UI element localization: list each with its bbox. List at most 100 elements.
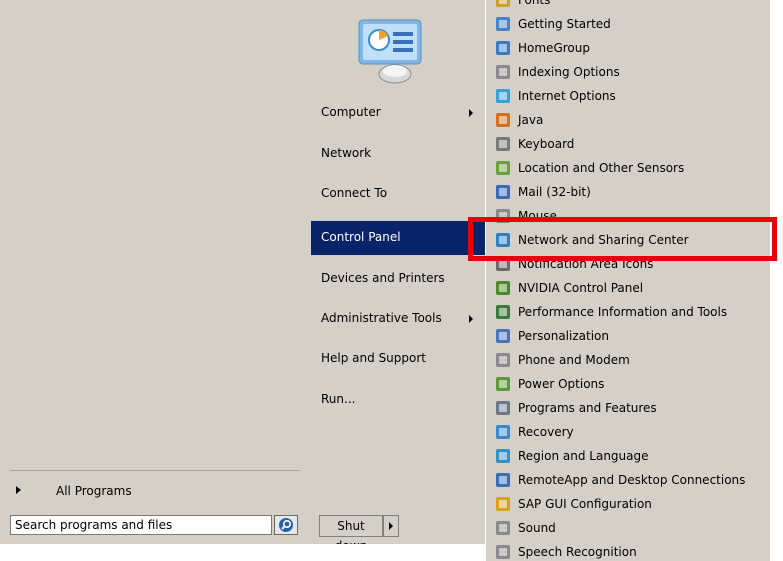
place-control-panel[interactable]: Control Panel xyxy=(311,221,485,255)
control-panel-item-label: NVIDIA Control Panel xyxy=(518,281,644,295)
control-panel-item[interactable]: Mail (32-bit) xyxy=(486,180,771,204)
fonts-icon xyxy=(496,0,510,7)
control-panel-item-label: RemoteApp and Desktop Connections xyxy=(518,473,746,487)
control-panel-item[interactable]: Personalization xyxy=(486,324,771,348)
all-programs-arrow-icon xyxy=(16,486,21,494)
programs-separator xyxy=(10,470,300,471)
control-panel-item[interactable]: Region and Language xyxy=(486,444,771,468)
location-sensors-icon xyxy=(496,161,510,175)
phone-modem-icon xyxy=(496,353,510,367)
control-panel-item[interactable]: Phone and Modem xyxy=(486,348,771,372)
programs-pane: All Programs xyxy=(0,0,311,561)
java-icon xyxy=(496,113,510,127)
places-pane: Computer Network Connect To Control Pane… xyxy=(311,0,485,561)
control-panel-item-label: Internet Options xyxy=(518,89,616,103)
right-bottom-strip xyxy=(311,544,485,561)
recovery-icon xyxy=(496,425,510,439)
control-panel-submenu: Fonts Getting Started HomeGroup Indexing Op… xyxy=(485,0,771,561)
sound-icon xyxy=(496,521,510,535)
control-panel-item-label: Sound xyxy=(518,521,556,535)
search-row xyxy=(0,508,311,544)
control-panel-item[interactable]: Power Options xyxy=(486,372,771,396)
network-sharing-icon xyxy=(496,233,510,247)
submenu-arrow-icon xyxy=(469,315,473,323)
control-panel-item[interactable]: Keyboard xyxy=(486,132,771,156)
submenu-arrow-icon xyxy=(469,109,473,117)
control-panel-item-label: Speech Recognition xyxy=(518,545,637,559)
sap-gui-icon xyxy=(496,497,510,511)
control-panel-item[interactable]: Fonts xyxy=(486,0,771,12)
pinned-programs-area xyxy=(0,0,311,474)
control-panel-item[interactable]: RemoteApp and Desktop Connections xyxy=(486,468,771,492)
mail-icon xyxy=(496,185,510,199)
control-panel-item-label: Personalization xyxy=(518,329,609,343)
desktop-strip xyxy=(770,0,783,561)
place-connect-to[interactable]: Connect To xyxy=(311,177,485,211)
place-network[interactable]: Network xyxy=(311,137,485,171)
control-panel-item[interactable]: SAP GUI Configuration xyxy=(486,492,771,516)
control-panel-item[interactable]: Programs and Features xyxy=(486,396,771,420)
place-label: Network xyxy=(321,146,372,160)
control-panel-item[interactable]: Mouse xyxy=(486,204,771,228)
control-panel-item[interactable]: NVIDIA Control Panel xyxy=(486,276,771,300)
user-picture-icon xyxy=(358,19,422,84)
all-programs-label: All Programs xyxy=(56,484,132,498)
place-label: Devices and Printers xyxy=(321,271,445,285)
place-devices-printers[interactable]: Devices and Printers xyxy=(311,262,485,296)
getting-started-icon xyxy=(496,17,510,31)
shutdown-button[interactable]: Shut down xyxy=(319,515,383,553)
control-panel-item[interactable]: HomeGroup xyxy=(486,36,771,60)
notification-area-icon xyxy=(496,257,510,271)
place-label: Computer xyxy=(321,105,381,119)
control-panel-item-label: Programs and Features xyxy=(518,401,657,415)
region-language-icon xyxy=(496,449,510,463)
all-programs-button[interactable]: All Programs xyxy=(0,474,311,508)
control-panel-item[interactable]: Speech Recognition xyxy=(486,540,771,561)
keyboard-icon xyxy=(496,137,510,151)
control-panel-item-label: Keyboard xyxy=(518,137,575,151)
control-panel-item-label: Java xyxy=(518,113,544,127)
search-input[interactable] xyxy=(10,515,272,535)
indexing-options-icon xyxy=(496,65,510,79)
homegroup-icon xyxy=(496,41,510,55)
control-panel-item[interactable]: Indexing Options xyxy=(486,60,771,84)
place-label: Administrative Tools xyxy=(321,311,442,325)
control-panel-item[interactable]: Network and Sharing Center xyxy=(486,228,771,252)
control-panel-item-label: Network and Sharing Center xyxy=(518,233,689,247)
nvidia-icon xyxy=(496,281,510,295)
control-panel-item[interactable]: Location and Other Sensors xyxy=(486,156,771,180)
place-run[interactable]: Run... xyxy=(311,383,485,417)
control-panel-item-label: Notification Area Icons xyxy=(518,257,654,271)
place-help-support[interactable]: Help and Support xyxy=(311,342,485,376)
control-panel-item-label: Fonts xyxy=(518,0,551,7)
control-panel-item[interactable]: Getting Started xyxy=(486,12,771,36)
remoteapp-icon xyxy=(496,473,510,487)
control-panel-item-label: Mail (32-bit) xyxy=(518,185,591,199)
search-button[interactable] xyxy=(274,515,298,535)
shutdown-options-button[interactable] xyxy=(383,515,399,537)
control-panel-item-label: Recovery xyxy=(518,425,574,439)
left-bottom-strip xyxy=(0,544,311,561)
control-panel-item-label: Mouse xyxy=(518,209,557,223)
control-panel-item-label: Power Options xyxy=(518,377,605,391)
place-label: Help and Support xyxy=(321,351,426,365)
control-panel-item-label: Getting Started xyxy=(518,17,611,31)
control-panel-item[interactable]: Java xyxy=(486,108,771,132)
control-panel-item[interactable]: Recovery xyxy=(486,420,771,444)
control-panel-item[interactable]: Notification Area Icons xyxy=(486,252,771,276)
control-panel-item-label: Region and Language xyxy=(518,449,649,463)
control-panel-item-label: Indexing Options xyxy=(518,65,620,79)
shutdown-area: Shut down xyxy=(311,508,485,553)
programs-features-icon xyxy=(496,401,510,415)
place-label: Control Panel xyxy=(321,230,401,244)
control-panel-item[interactable]: Sound xyxy=(486,516,771,540)
speech-recognition-icon xyxy=(496,545,510,559)
control-panel-item[interactable]: Performance Information and Tools xyxy=(486,300,771,324)
control-panel-item[interactable]: Internet Options xyxy=(486,84,771,108)
control-panel-item-label: HomeGroup xyxy=(518,41,590,55)
power-options-icon xyxy=(496,377,510,391)
place-computer[interactable]: Computer xyxy=(311,96,485,130)
place-administrative-tools[interactable]: Administrative Tools xyxy=(311,302,485,336)
control-panel-item-label: SAP GUI Configuration xyxy=(518,497,652,511)
place-label: Run... xyxy=(321,392,356,406)
